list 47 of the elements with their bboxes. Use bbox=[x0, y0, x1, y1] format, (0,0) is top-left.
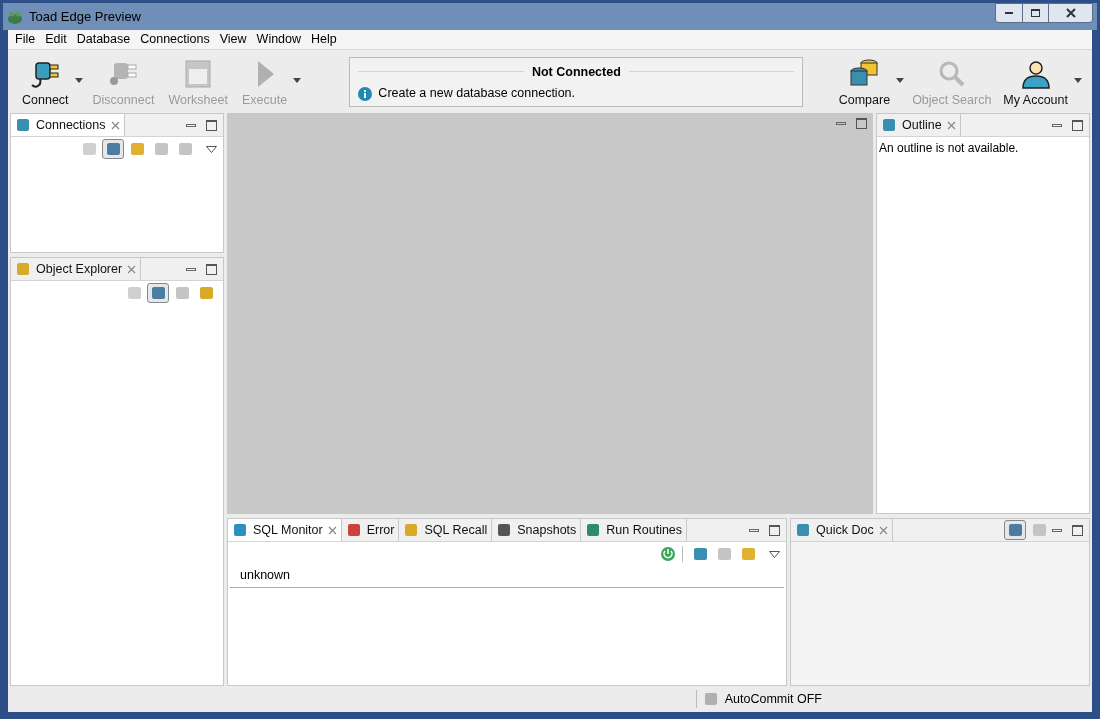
view-menu-icon[interactable] bbox=[206, 145, 217, 153]
restore-window-icon[interactable] bbox=[1022, 4, 1048, 22]
info-icon bbox=[358, 86, 373, 101]
minimize-icon[interactable] bbox=[1052, 123, 1062, 127]
menu-item[interactable]: Help bbox=[306, 30, 342, 49]
maximize-icon[interactable] bbox=[1072, 524, 1083, 536]
toolbar-button[interactable]: My Account bbox=[999, 53, 1072, 110]
column-header: unknown bbox=[239, 567, 292, 585]
minimize-icon[interactable] bbox=[1052, 528, 1062, 532]
panel-tab[interactable]: SQL Monitor bbox=[228, 519, 342, 541]
caret-icon[interactable] bbox=[896, 77, 905, 83]
minimize-icon[interactable] bbox=[836, 122, 846, 125]
status-item: AutoCommit OFF bbox=[695, 689, 822, 709]
sql-sheet-icon bbox=[183, 58, 214, 89]
minimize-icon[interactable] bbox=[186, 123, 196, 127]
minimize-icon[interactable] bbox=[186, 267, 196, 271]
toolbar-button[interactable]: Compare bbox=[834, 53, 895, 110]
close-icon[interactable] bbox=[110, 120, 120, 130]
notification-message: Create a new database connection. bbox=[378, 85, 576, 103]
power-icon[interactable] bbox=[660, 546, 676, 562]
maximize-icon[interactable] bbox=[206, 119, 217, 131]
outline-message: An outline is not available. bbox=[878, 140, 1020, 157]
caret-icon[interactable] bbox=[74, 77, 83, 83]
menu-item[interactable]: Connections bbox=[135, 30, 215, 49]
close-icon[interactable] bbox=[127, 264, 137, 274]
close-icon[interactable] bbox=[327, 525, 337, 535]
user-icon bbox=[1019, 58, 1052, 89]
window-title: Toad Edge Preview bbox=[29, 7, 141, 26]
menu-item[interactable]: View bbox=[214, 30, 252, 49]
close-icon[interactable] bbox=[946, 120, 956, 130]
close-window-icon[interactable] bbox=[1048, 4, 1092, 22]
menu-item[interactable]: Edit bbox=[40, 30, 72, 49]
caret-icon[interactable] bbox=[1074, 77, 1082, 83]
menu-item[interactable]: File bbox=[10, 30, 41, 49]
maximize-icon[interactable] bbox=[769, 524, 780, 536]
maximize-icon[interactable] bbox=[856, 118, 867, 129]
maximize-icon[interactable] bbox=[206, 263, 217, 275]
minimize-window-icon[interactable] bbox=[996, 4, 1022, 22]
view-menu-icon[interactable] bbox=[769, 550, 780, 558]
panel-tab[interactable]: Connections bbox=[11, 114, 125, 136]
toolbar-button[interactable]: Connect bbox=[18, 53, 73, 110]
minimize-icon[interactable] bbox=[749, 528, 759, 532]
menu-item[interactable]: Database bbox=[71, 30, 136, 49]
close-icon[interactable] bbox=[878, 525, 888, 535]
notification-title: Not Connected bbox=[531, 63, 621, 81]
maximize-icon[interactable] bbox=[1072, 119, 1083, 131]
menu-item[interactable]: Window bbox=[251, 30, 307, 49]
